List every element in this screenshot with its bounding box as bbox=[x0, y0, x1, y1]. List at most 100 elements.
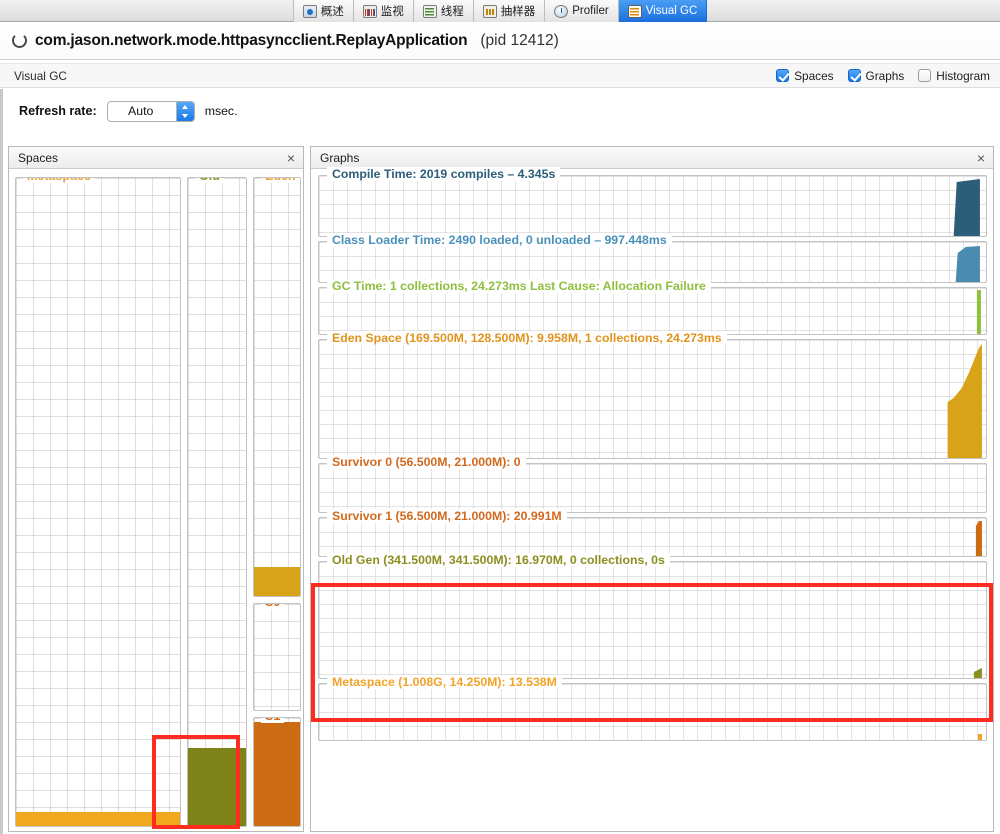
application-name: com.jason.network.mode.httpasyncclient.R… bbox=[35, 31, 468, 49]
application-running-icon bbox=[12, 33, 27, 48]
refresh-rate-row: Refresh rate: Auto msec. bbox=[0, 89, 1000, 133]
tab-threads-label: 线程 bbox=[440, 6, 464, 18]
graph-metaspace-plot bbox=[319, 684, 986, 740]
space-eden-grid bbox=[254, 178, 300, 596]
graph-survivor-1-series bbox=[975, 521, 982, 556]
space-bar-s1[interactable]: S1 bbox=[253, 717, 301, 827]
checkbox-histogram[interactable]: Histogram bbox=[918, 69, 990, 83]
spaces-panel-title: Spaces bbox=[18, 150, 59, 165]
space-bar-s0[interactable]: S0 bbox=[253, 603, 301, 711]
refresh-rate-spinner[interactable]: Auto bbox=[106, 100, 195, 122]
graph-old-gen-series bbox=[973, 668, 982, 678]
spaces-panel-body: Metaspace Old Eden S0 bbox=[9, 169, 303, 831]
graph-old-gen[interactable]: Old Gen (341.500M, 341.500M): 16.970M, 0… bbox=[318, 553, 987, 679]
graph-metaspace-series bbox=[977, 734, 982, 740]
space-eden-label: Eden bbox=[261, 178, 300, 183]
tab-profiler-label: Profiler bbox=[572, 5, 609, 17]
space-s0-label: S0 bbox=[261, 604, 285, 609]
monitor-icon bbox=[362, 4, 377, 18]
space-column-old: Old bbox=[187, 177, 247, 827]
graph-compile-time-caption: Compile Time: 2019 compiles – 4.345s bbox=[327, 167, 561, 181]
graph-survivor-1-plot bbox=[319, 518, 986, 556]
graph-old-gen-plot bbox=[319, 562, 986, 678]
tab-monitor-label: 监视 bbox=[380, 6, 404, 18]
graph-old-gen-caption: Old Gen (341.500M, 341.500M): 16.970M, 0… bbox=[327, 553, 670, 567]
space-old-fill bbox=[188, 748, 246, 826]
graphs-panel-header: Graphs × bbox=[311, 147, 993, 169]
tab-profiler[interactable]: Profiler bbox=[545, 0, 619, 22]
checkbox-spaces-label: Spaces bbox=[794, 68, 834, 83]
sampler-icon bbox=[482, 4, 497, 18]
space-column-young: Eden S0 S1 bbox=[253, 177, 301, 827]
graph-class-loader-time[interactable]: Class Loader Time: 2490 loaded, 0 unload… bbox=[318, 233, 987, 283]
spaces-panel: Spaces × Metaspace Old Eden bbox=[8, 146, 304, 832]
tab-sampler-label: 抽样器 bbox=[500, 6, 536, 18]
graph-gc-time-series bbox=[976, 290, 981, 334]
graph-class-loader-time-series bbox=[319, 246, 980, 282]
graph-compile-time-series bbox=[319, 179, 980, 236]
threads-icon bbox=[422, 4, 437, 18]
graphs-panel-title: Graphs bbox=[320, 150, 360, 165]
space-old-label: Old bbox=[195, 178, 224, 183]
refresh-rate-value[interactable]: Auto bbox=[108, 104, 176, 118]
graphs-panel-body: Compile Time: 2019 compiles – 4.345s Cla… bbox=[311, 167, 993, 831]
checkbox-histogram-box[interactable] bbox=[918, 69, 932, 82]
space-eden-fill bbox=[254, 566, 300, 596]
space-bar-eden[interactable]: Eden bbox=[253, 177, 301, 597]
tab-sampler[interactable]: 抽样器 bbox=[473, 0, 546, 22]
space-column-metaspace: Metaspace bbox=[15, 177, 181, 827]
graphs-panel: Graphs × Compile Time: 2019 compiles – 4… bbox=[310, 146, 994, 832]
space-s1-fill bbox=[254, 722, 300, 826]
visual-gc-options-bar: Visual GC Spaces Graphs Histogram bbox=[0, 63, 1000, 88]
graph-survivor-0-series bbox=[319, 464, 986, 512]
visual-gc-label: Visual GC bbox=[14, 68, 67, 83]
graph-eden-space-caption: Eden Space (169.500M, 128.500M): 9.958M,… bbox=[327, 331, 727, 345]
checkbox-histogram-label: Histogram bbox=[936, 68, 990, 83]
refresh-rate-unit: msec. bbox=[204, 104, 238, 118]
tab-visual-gc[interactable]: Visual GC bbox=[618, 0, 708, 22]
graph-eden-space-series bbox=[319, 344, 982, 458]
checkbox-spaces[interactable]: Spaces bbox=[776, 68, 834, 83]
space-bar-metaspace[interactable]: Metaspace bbox=[15, 177, 181, 827]
graph-class-loader-time-plot bbox=[319, 242, 986, 282]
refresh-rate-label: Refresh rate: bbox=[19, 104, 97, 118]
graph-gc-time[interactable]: GC Time: 1 collections, 24.273ms Last Ca… bbox=[318, 279, 987, 335]
spinner-updown-icon[interactable] bbox=[175, 101, 194, 121]
graph-class-loader-time-caption: Class Loader Time: 2490 loaded, 0 unload… bbox=[327, 233, 672, 247]
graph-gc-time-plot bbox=[319, 288, 986, 334]
left-edge-divider bbox=[0, 89, 3, 834]
tab-overview-label: 概述 bbox=[320, 6, 344, 18]
checkbox-spaces-box[interactable] bbox=[776, 69, 790, 82]
graph-survivor-1-caption: Survivor 1 (56.500M, 21.000M): 20.991M bbox=[327, 509, 567, 523]
graph-compile-time[interactable]: Compile Time: 2019 compiles – 4.345s bbox=[318, 167, 987, 237]
graph-metaspace-caption: Metaspace (1.008G, 14.250M): 13.538M bbox=[327, 675, 562, 689]
visualgc-icon bbox=[627, 4, 642, 18]
tab-overview[interactable]: 概述 bbox=[292, 0, 354, 22]
profiler-icon bbox=[554, 4, 569, 18]
application-title-bar: com.jason.network.mode.httpasyncclient.R… bbox=[0, 22, 1000, 60]
graph-survivor-0-caption: Survivor 0 (56.500M, 21.000M): 0 bbox=[327, 455, 526, 469]
graph-metaspace[interactable]: Metaspace (1.008G, 14.250M): 13.538M bbox=[318, 675, 987, 741]
graph-compile-time-plot bbox=[319, 176, 986, 236]
application-pid: (pid 12412) bbox=[480, 31, 559, 49]
space-s0-grid bbox=[254, 604, 300, 710]
graph-gc-time-caption: GC Time: 1 collections, 24.273ms Last Ca… bbox=[327, 279, 711, 293]
graph-survivor-1[interactable]: Survivor 1 (56.500M, 21.000M): 20.991M bbox=[318, 509, 987, 557]
space-old-grid bbox=[188, 178, 246, 826]
tab-monitor[interactable]: 监视 bbox=[353, 0, 414, 22]
space-metaspace-label: Metaspace bbox=[23, 178, 95, 183]
space-bar-old[interactable]: Old bbox=[187, 177, 247, 827]
checkbox-graphs-box[interactable] bbox=[847, 69, 861, 82]
tab-visual-gc-label: Visual GC bbox=[645, 5, 698, 17]
view-toggles: Spaces Graphs Histogram bbox=[776, 69, 990, 83]
close-icon[interactable]: × bbox=[287, 151, 295, 165]
graph-eden-space[interactable]: Eden Space (169.500M, 128.500M): 9.958M,… bbox=[318, 331, 987, 459]
space-metaspace-grid bbox=[16, 178, 180, 826]
graph-survivor-0[interactable]: Survivor 0 (56.500M, 21.000M): 0 bbox=[318, 455, 987, 513]
tab-threads[interactable]: 线程 bbox=[413, 0, 474, 22]
close-icon[interactable]: × bbox=[977, 151, 985, 165]
checkbox-graphs[interactable]: Graphs bbox=[847, 69, 904, 83]
graph-survivor-0-plot bbox=[319, 464, 986, 512]
space-s1-label: S1 bbox=[261, 718, 285, 723]
overview-icon bbox=[302, 4, 317, 18]
